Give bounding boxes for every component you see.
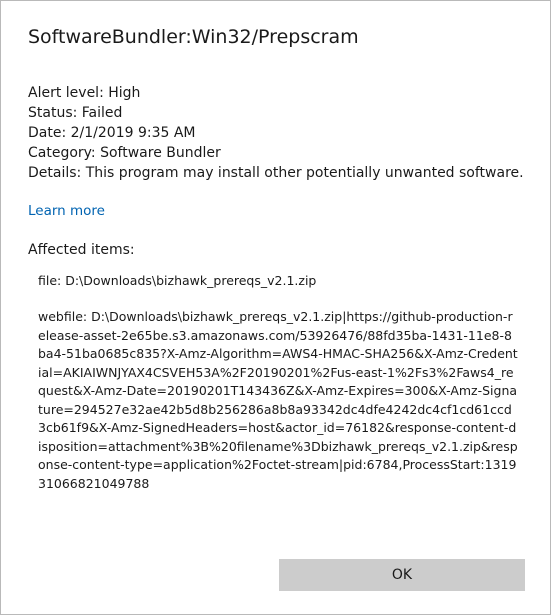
date: Date: 2/1/2019 9:35 AM (28, 125, 196, 141)
category: Category: Software Bundler (28, 145, 221, 161)
affected-items-heading: Affected items: (28, 242, 135, 258)
threat-properties: Alert level: High Status: Failed Date: 2… (28, 83, 524, 183)
affected-file: file: D:\Downloads\bizhawk_prereqs_v2.1.… (38, 273, 317, 288)
details: Details: This program may install other … (28, 165, 524, 181)
dialog-title: SoftwareBundler:Win32/Prepscram (28, 26, 359, 48)
status: Status: Failed (28, 105, 123, 121)
learn-more-link[interactable]: Learn more (28, 203, 105, 219)
alert-level: Alert level: High (28, 85, 141, 101)
threat-details-dialog: SoftwareBundler:Win32/Prepscram Alert le… (0, 0, 551, 615)
ok-button[interactable]: OK (279, 559, 525, 591)
affected-webfile: webfile: D:\Downloads\bizhawk_prereqs_v2… (38, 309, 518, 491)
